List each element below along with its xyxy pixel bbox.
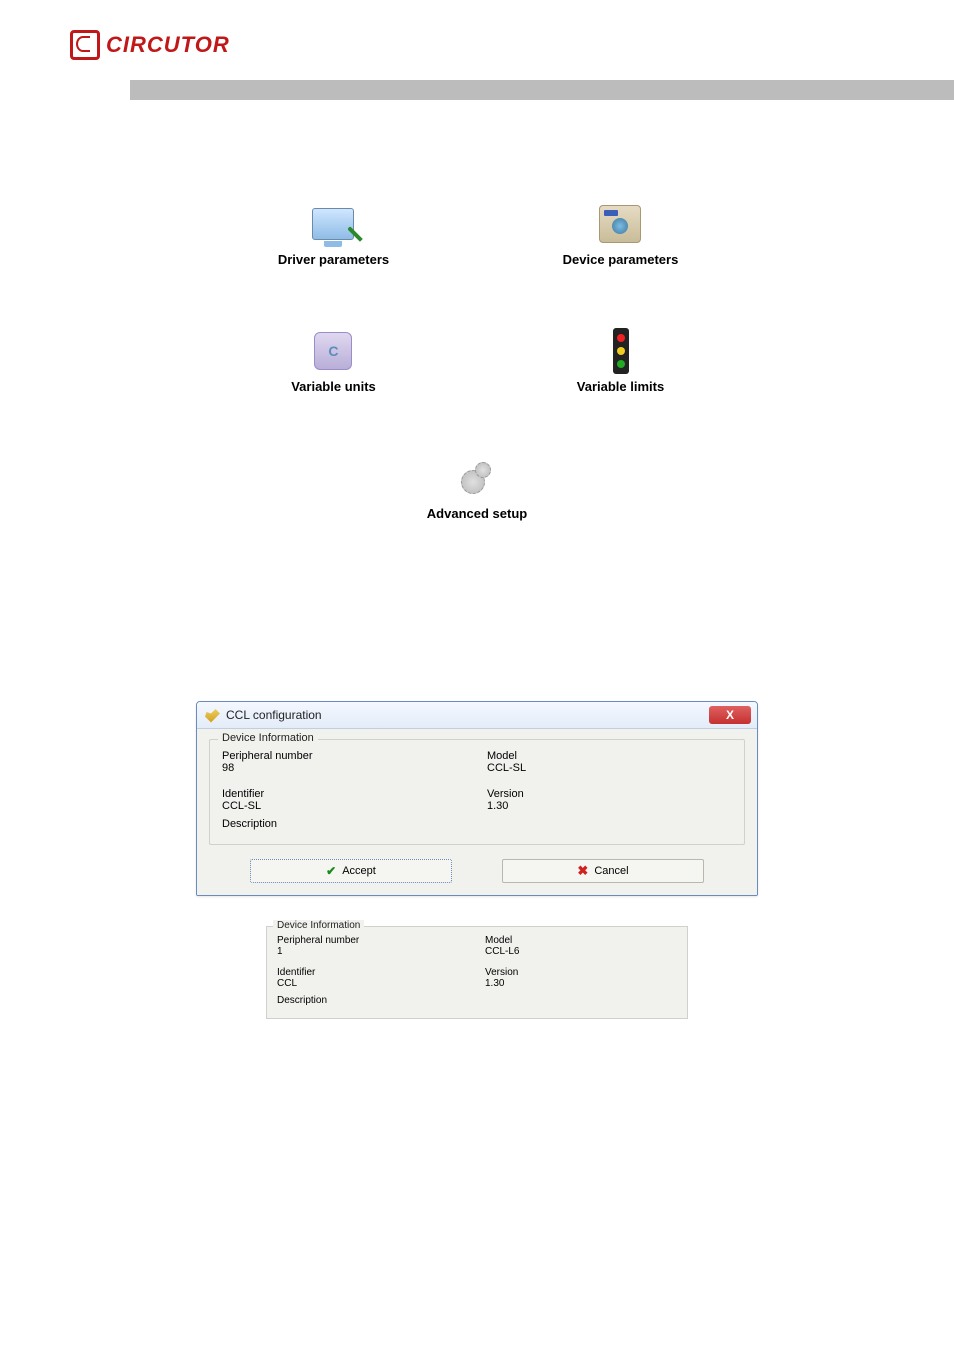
dialog-title: CCL configuration — [226, 708, 322, 722]
driver-parameters-button[interactable]: Driver parameters — [278, 200, 389, 267]
mini-peripheral-value: 1 — [277, 946, 469, 957]
logo-mark-icon — [70, 30, 100, 60]
cancel-button[interactable]: ✖ Cancel — [502, 859, 704, 883]
model-value: CCL-SL — [487, 762, 732, 774]
model-label: Model — [487, 750, 732, 762]
logo-text: CIRCUTOR — [106, 32, 230, 58]
device-box-icon — [596, 200, 644, 248]
peripheral-number-value: 98 — [222, 762, 467, 774]
mini-identifier-label: Identifier — [277, 967, 469, 978]
identifier-label: Identifier — [222, 788, 467, 800]
traffic-light-icon — [597, 327, 645, 375]
check-icon: ✔ — [326, 864, 336, 878]
advanced-setup-button[interactable]: Advanced setup — [427, 454, 527, 521]
version-label: Version — [487, 788, 732, 800]
device-information-group: Device Information Peripheral number 98 … — [209, 739, 745, 845]
driver-parameters-label: Driver parameters — [278, 252, 389, 267]
device-information-legend: Device Information — [218, 732, 318, 744]
header-divider — [130, 80, 954, 100]
advanced-setup-label: Advanced setup — [427, 506, 527, 521]
device-parameters-label: Device parameters — [563, 252, 679, 267]
device-information-small: Device Information Peripheral number 1 M… — [266, 926, 688, 1019]
variable-units-button[interactable]: C Variable units — [291, 327, 376, 394]
gears-icon — [453, 454, 501, 502]
brand-logo: CIRCUTOR — [70, 30, 884, 60]
variable-limits-label: Variable limits — [577, 379, 664, 394]
mini-description-label: Description — [277, 995, 677, 1006]
mini-model-value: CCL-L6 — [485, 946, 677, 957]
mini-identifier-value: CCL — [277, 978, 469, 989]
close-icon: X — [726, 709, 734, 721]
monitor-pencil-icon — [309, 200, 357, 248]
ccl-configuration-dialog: CCL configuration X Device Information P… — [196, 701, 758, 896]
accept-button[interactable]: ✔ Accept — [250, 859, 452, 883]
accept-label: Accept — [342, 865, 376, 877]
variable-units-label: Variable units — [291, 379, 376, 394]
mini-version-label: Version — [485, 967, 677, 978]
version-value: 1.30 — [487, 800, 732, 812]
dialog-titlebar: CCL configuration X — [197, 702, 757, 729]
units-cube-icon: C — [309, 327, 357, 375]
device-parameters-button[interactable]: Device parameters — [563, 200, 679, 267]
cancel-label: Cancel — [594, 865, 628, 877]
cross-icon: ✖ — [577, 863, 588, 879]
identifier-value: CCL-SL — [222, 800, 467, 812]
mini-peripheral-label: Peripheral number — [277, 935, 469, 946]
description-label: Description — [222, 818, 732, 830]
mini-model-label: Model — [485, 935, 677, 946]
peripheral-number-label: Peripheral number — [222, 750, 467, 762]
wrench-icon — [205, 708, 220, 723]
variable-limits-button[interactable]: Variable limits — [577, 327, 664, 394]
mini-version-value: 1.30 — [485, 978, 677, 989]
close-button[interactable]: X — [709, 706, 751, 724]
mini-legend: Device Information — [273, 920, 364, 931]
